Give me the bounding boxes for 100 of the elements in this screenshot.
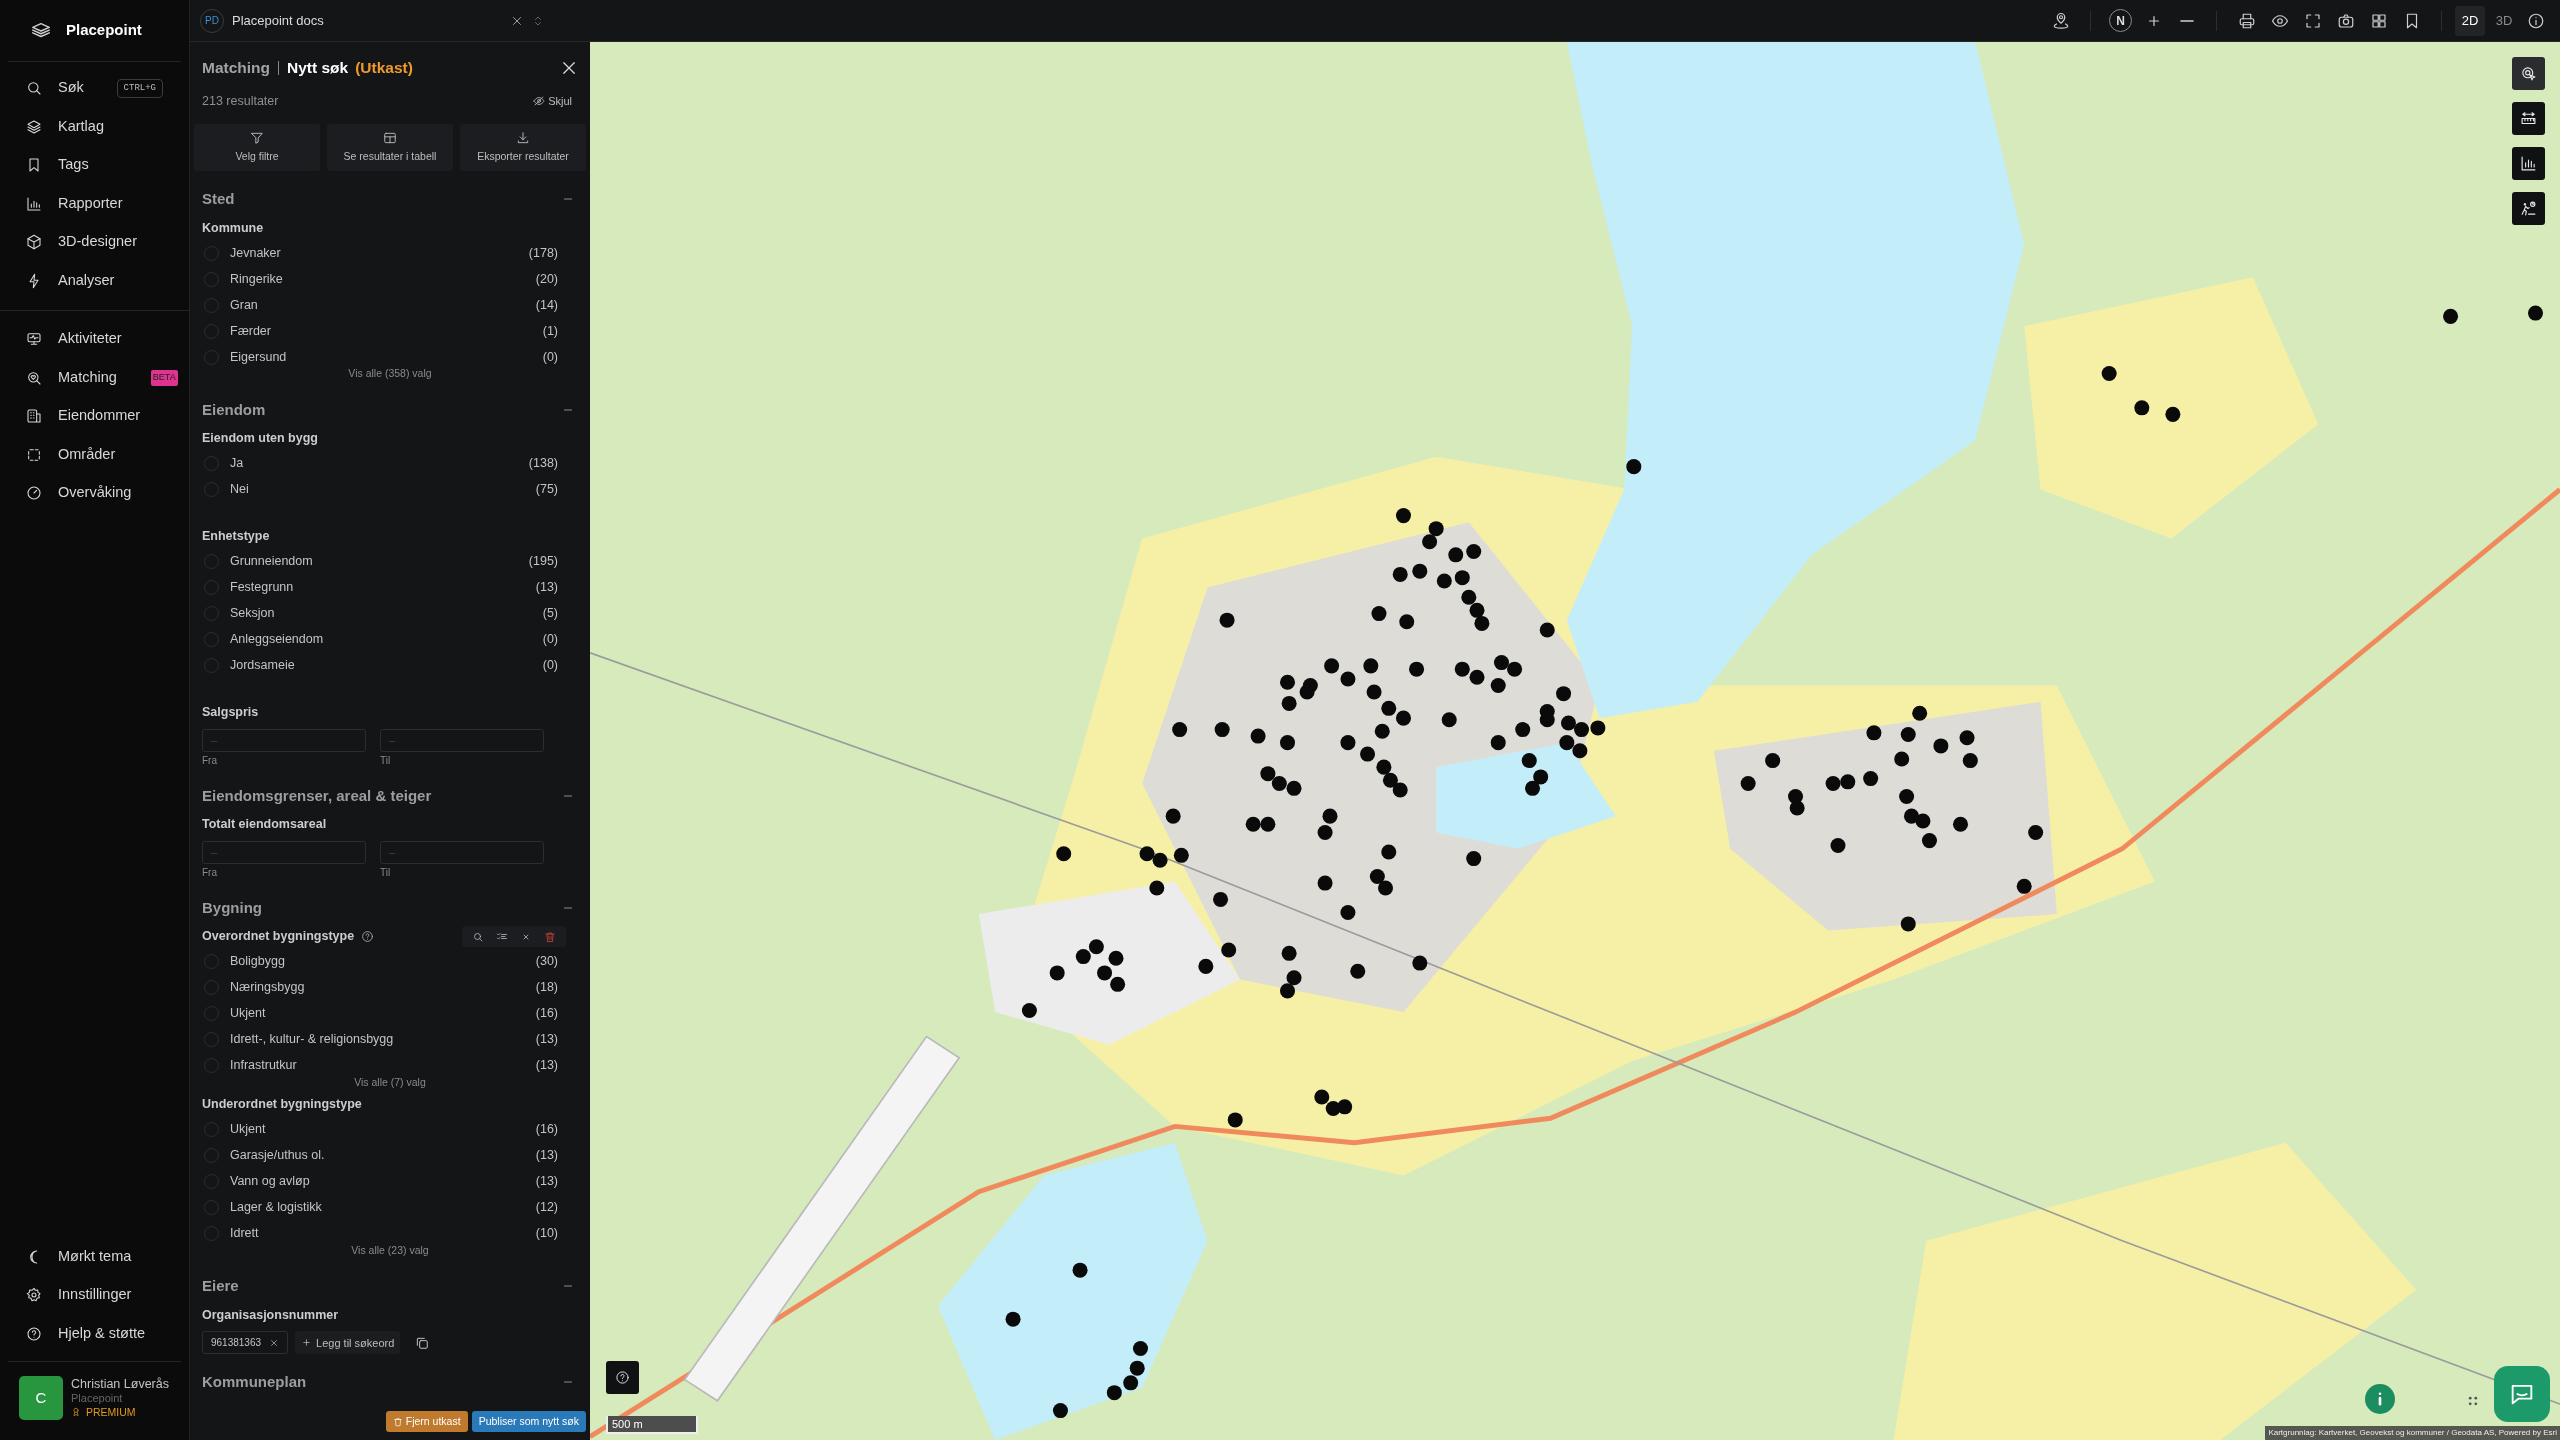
view-mode-tab[interactable]: 3D [2489,5,2519,36]
organization-name: Placepoint [71,1391,124,1405]
chat-button[interactable] [2494,1366,2550,1422]
close-icon [560,59,578,77]
option-label: Ukjent [230,1121,266,1139]
option-count: (14) [535,296,558,314]
user-name: Christian Løverås [71,1377,169,1391]
nav-item[interactable]: Eiendommer [8,397,181,436]
input-caption: Til [380,865,392,880]
close-button[interactable] [560,59,578,77]
measure-button[interactable] [2512,102,2545,135]
result-count: 213 resultater [202,92,279,110]
view-mode-tab[interactable]: 2D [2455,5,2485,36]
option-label: Lager & logistikk [230,1199,322,1217]
option-label: Idrett [230,1225,259,1243]
option-label: Gran [230,296,258,314]
option-label: Garasje/uthus ol. [230,1147,325,1165]
select-button[interactable] [2512,57,2545,90]
option-label: Færder [230,322,271,340]
brand-name: Placepoint [66,20,142,41]
copy-button[interactable] [415,1335,430,1350]
option-label: Seksjon [230,605,275,623]
location-user-icon [2051,11,2070,30]
option-count: (0) [542,657,558,675]
option-count: (138) [528,455,558,473]
nav-item[interactable]: Mørkt tema [8,1237,181,1276]
walking-time-button[interactable] [2512,192,2545,225]
print-icon [2237,11,2256,30]
nav-item[interactable]: Aktiviteter [8,320,181,359]
range-input[interactable]: – [202,840,366,864]
option-label: Infrastrutkur [230,1057,297,1075]
option-label: Ukjent [230,1005,266,1023]
nav-item[interactable]: Områder [8,435,181,474]
nav-item[interactable]: Rapporter [8,184,181,223]
show-all-link[interactable]: Vis alle (358) valg [348,366,432,382]
option-label: Grunneiendom [230,553,313,571]
award-icon [71,1406,81,1418]
option-count: (10) [535,1225,558,1243]
filter-label: Salgspris [202,704,259,722]
nav-item[interactable]: Analyser [8,261,181,300]
nav-item[interactable]: Søk CTRL+G [8,69,181,108]
section-title: Sted [202,188,235,209]
option-count: (0) [542,631,558,649]
bookmark-icon [26,157,42,174]
scale-bar: 500 m [606,1416,698,1434]
lightning-icon [26,272,42,289]
nav-item[interactable]: Hjelp & støtte [8,1314,181,1353]
option-count: (75) [535,481,558,499]
breadcrumb-link[interactable]: Matching [202,56,271,80]
camera-icon [2336,11,2355,30]
show-all-link[interactable]: Vis alle (7) valg [354,1074,426,1091]
action-button[interactable]: Velg filtre [194,124,320,171]
nav-item[interactable]: Overvåking [8,474,181,513]
publish-button[interactable]: Publiser som nytt søk [471,1411,586,1432]
zoom-out-icon [2179,19,2194,22]
nav-item[interactable]: Tags [8,146,181,185]
expand-icon [301,1337,313,1349]
table-icon [383,130,397,145]
option-count: (20) [535,270,558,288]
search-icon [472,930,484,943]
filter-label: Underordnet bygningstype [202,1096,362,1114]
chart-button[interactable] [2512,147,2545,180]
info-icon [2526,11,2545,30]
option-label: Boligbygg [230,953,285,971]
gauge-icon [26,485,42,502]
grid-icon [2369,11,2388,30]
tag-chip[interactable]: 961381363 [202,1331,289,1355]
nav-item[interactable]: 3D-designer [8,223,181,262]
range-input[interactable]: – [380,840,544,864]
range-input[interactable]: – [380,728,544,752]
filter-label: Kommune [202,219,264,237]
help-button[interactable] [606,1361,639,1394]
delete-icon [544,930,556,943]
option-label: Eigersund [230,348,287,366]
range-input[interactable]: – [202,728,366,752]
beta-badge: BETA [150,370,178,386]
nav-item[interactable]: Innstillinger [8,1276,181,1315]
nav-item[interactable]: Kartlag [8,107,181,146]
show-all-link[interactable]: Vis alle (23) valg [351,1242,429,1259]
input-caption: Til [380,753,392,768]
search-icon [26,80,42,97]
info-icon [2378,1392,2382,1406]
option-count: (13) [535,579,558,597]
attribution-text: Kartgrunnlag: Kartverket, Geovekst og kommuner / Geodata AS, Powered by Esri [2265,1426,2560,1440]
action-button[interactable]: Se resultater i tabell [327,124,453,171]
option-count: (16) [535,1121,558,1139]
shortcut-key: CTRL+G [116,78,163,98]
nav-item[interactable]: Matching BETA [8,358,181,397]
section-title: Eiendomsgrenser, areal & teiger [202,785,432,806]
action-button[interactable]: Eksporter resultater [460,124,586,171]
section-title: Kommuneplan [202,1372,307,1392]
plan-label: PREMIUM [86,1405,136,1419]
hide-button[interactable]: Skjul [533,92,572,110]
option-count: (13) [535,1147,558,1165]
option-label: Ringerike [230,270,283,288]
copy-icon [415,1335,430,1350]
option-count: (12) [535,1199,558,1217]
option-count: (13) [535,1057,558,1075]
add-keyword-button[interactable]: Legg til søkeord [295,1331,401,1355]
option-count: (13) [535,1031,558,1049]
